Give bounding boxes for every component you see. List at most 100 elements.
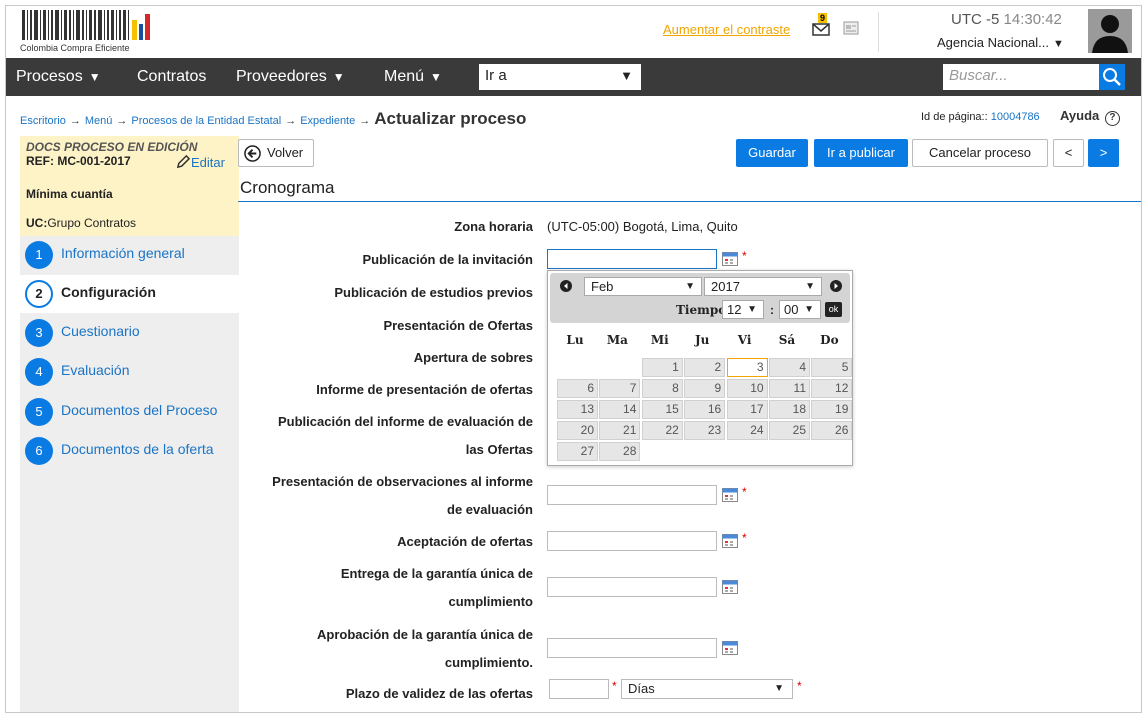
calendar-day[interactable]: 4 [769,358,810,377]
save-button[interactable]: Guardar [736,139,808,167]
publish-button[interactable]: Ir a publicar [814,139,908,167]
aceptacion-ofertas-input[interactable] [547,531,717,551]
document-icon[interactable] [843,20,859,36]
calendar-icon[interactable] [722,487,738,502]
label-observaciones-line2: de evaluación [447,502,533,517]
calendar-day[interactable]: 7 [599,379,641,398]
nav-proveedores[interactable]: Proveedores ▼ [236,68,345,86]
sidebar-step-documentos-oferta[interactable]: 6 Documentos de la oferta [20,432,239,470]
required-mark: * [742,249,747,263]
search-input[interactable]: Buscar... [943,64,1099,90]
sidebar: DOCS PROCESO EN EDICIÓN REF: MC-001-2017… [20,136,239,712]
calendar-day[interactable]: 11 [769,379,810,398]
contrast-link[interactable]: Aumentar el contraste [663,22,790,37]
calendar-day[interactable]: 15 [641,400,683,419]
calendar-day[interactable]: 10 [726,379,768,398]
calendar-day[interactable]: 22 [641,421,683,440]
plazo-unidad-select[interactable]: Días ▼ [621,679,793,699]
required-mark: * [742,485,747,499]
aprobacion-garantia-input[interactable] [547,638,717,658]
crumb-expediente[interactable]: Expediente [300,115,355,127]
caret-down-icon: ▼ [804,304,814,315]
calendar-day[interactable]: 6 [557,379,598,398]
caret-down-icon: ▼ [430,70,442,84]
crumb-procesos[interactable]: Procesos de la Entidad Estatal [131,115,281,127]
datepicker-month-select[interactable]: Feb ▼ [584,277,702,296]
calendar-day[interactable]: 17 [726,400,768,419]
page-id-value[interactable]: 10004786 [991,111,1040,123]
crumb-menu[interactable]: Menú [85,115,113,127]
agency-selector[interactable]: Agencia Nacional... ▼ [937,35,1064,50]
observaciones-input[interactable] [547,485,717,505]
nav-contratos[interactable]: Contratos [137,68,206,86]
datepicker-prev-icon[interactable] [560,280,572,292]
calendar-day[interactable]: 12 [811,379,853,398]
calendar-day[interactable]: 19 [811,400,853,419]
calendar-day[interactable]: 14 [599,400,641,419]
datepicker-year-select[interactable]: 2017 ▼ [704,277,822,296]
user-avatar[interactable] [1088,9,1132,53]
calendar-day[interactable]: 9 [684,379,726,398]
calendar-day[interactable]: 3 [726,358,768,377]
timezone-label: UTC -5 [951,11,1000,28]
calendar-day[interactable]: 21 [599,421,641,440]
datepicker-hour-select[interactable]: 12 ▼ [722,300,764,319]
calendar-day[interactable]: 24 [726,421,768,440]
plazo-validez-input[interactable] [549,679,609,699]
prev-button[interactable]: < [1053,139,1084,167]
arrow-right-icon: → [359,115,371,127]
calendar-day[interactable]: 13 [557,400,598,419]
calendar-icon[interactable] [722,640,738,655]
page-title: Actualizar proceso [374,109,527,128]
arrow-right-icon: → [69,115,81,127]
datepicker-minute-select[interactable]: 00 ▼ [779,300,821,319]
search-button[interactable] [1099,64,1125,90]
calendar-icon[interactable] [722,533,738,548]
back-button[interactable]: Volver [238,139,314,167]
caret-down-icon: ▼ [332,70,345,84]
calendar-day[interactable]: 28 [599,442,641,461]
weekday-header: Vi [737,333,752,347]
arrow-right-icon: → [116,115,128,127]
arrow-left-circle-icon [244,145,261,162]
calendar-day[interactable]: 1 [641,358,683,377]
logo[interactable]: Colombia Compra Eficiente [20,10,156,54]
sidebar-step-informacion-general[interactable]: 1 Información general [20,236,239,274]
label-estudios-previos: Publicación de estudios previos [334,285,533,300]
sidebar-step-documentos-proceso[interactable]: 5 Documentos del Proceso [20,393,239,431]
calendar-day[interactable]: 23 [684,421,726,440]
agency-name: Agencia Nacional... [937,35,1050,50]
sidebar-step-cuestionario[interactable]: 3 Cuestionario [20,314,239,352]
required-mark: * [612,679,617,693]
edit-link[interactable]: Editar [176,154,225,170]
datepicker-ok-button[interactable]: ok [825,302,842,317]
calendar-icon[interactable] [722,251,738,266]
calendar-day[interactable]: 18 [769,400,810,419]
next-button[interactable]: > [1088,139,1119,167]
sidebar-step-configuracion[interactable]: 2 Configuración [20,275,239,313]
calendar-day[interactable]: 2 [684,358,726,377]
sidebar-step-evaluacion[interactable]: 4 Evaluación [20,353,239,391]
calendar-day[interactable]: 16 [684,400,726,419]
label-informe-presentacion: Informe de presentación de ofertas [316,382,533,397]
entrega-garantia-input[interactable] [547,577,717,597]
calendar-day[interactable]: 5 [811,358,853,377]
calendar-day[interactable]: 26 [811,421,853,440]
timezone-label: Zona horaria [454,219,533,234]
calendar-day[interactable]: 8 [641,379,683,398]
calendar-day[interactable]: 20 [557,421,598,440]
datepicker-next-icon[interactable] [830,280,842,292]
cancel-process-button[interactable]: Cancelar proceso [912,139,1048,167]
calendar-day[interactable]: 27 [557,442,598,461]
help-icon: ? [1104,111,1120,126]
weekday-header: Ju [694,333,710,347]
crumb-escritorio[interactable]: Escritorio [20,115,66,127]
publicacion-invitacion-input[interactable] [547,249,717,269]
calendar-day[interactable]: 25 [769,421,810,440]
calendar-icon[interactable] [722,579,738,594]
clock-time: 14:30:42 [1003,11,1062,28]
nav-procesos[interactable]: Procesos ▼ [16,68,101,86]
goto-select[interactable]: Ir a ▼ [479,64,641,90]
help-link[interactable]: Ayuda ? [1060,108,1120,126]
nav-menu[interactable]: Menú ▼ [384,68,442,86]
